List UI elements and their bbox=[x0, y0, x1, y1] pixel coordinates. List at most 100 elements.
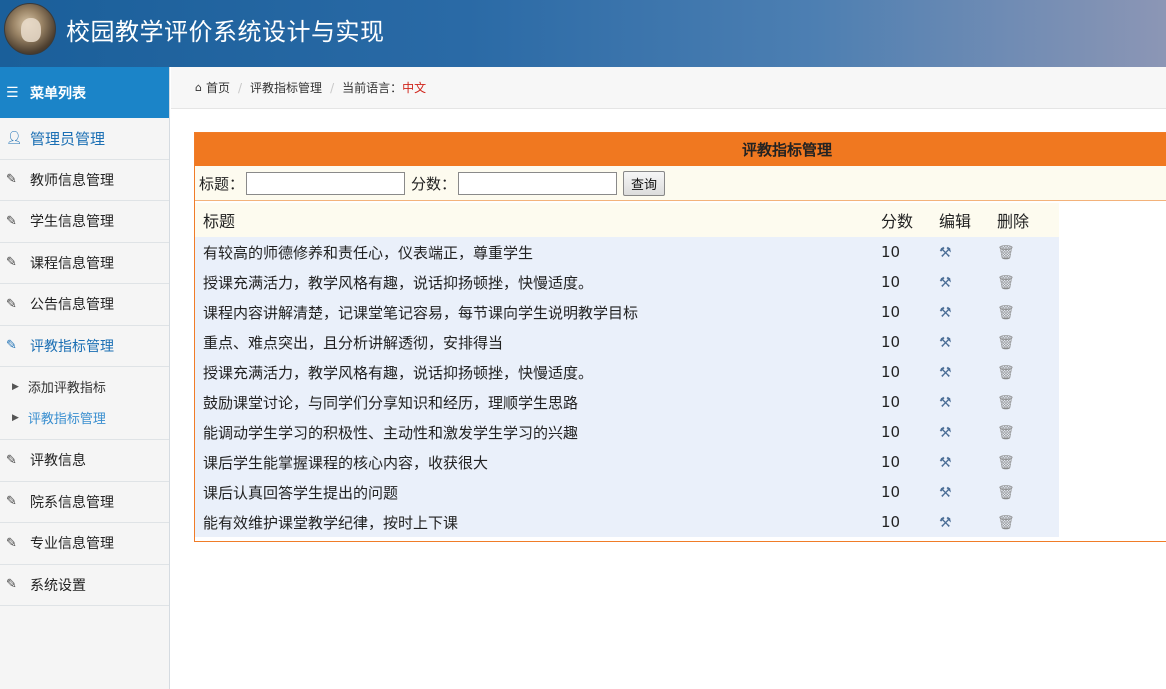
caret-right-icon: ▶ bbox=[12, 381, 19, 392]
breadcrumb-separator: / bbox=[330, 80, 335, 95]
row-title: 授课充满活力，教学风格有趣，说话抑扬顿挫，快慢适度。 bbox=[195, 267, 881, 297]
title-search-label: 标题： bbox=[199, 174, 245, 193]
indicator-panel: 评教指标管理 标题： 分数： 查询 标题 分数 编辑 删除 有较高的师德修养和责… bbox=[194, 132, 1166, 542]
edit-icon: ✎ bbox=[6, 213, 17, 229]
panel-title: 评教指标管理 bbox=[195, 133, 1166, 166]
table-row: 能有效维护课堂教学纪律，按时上下课 10 ⚒ 🗑︎ bbox=[195, 507, 1059, 537]
edit-icon[interactable]: ⚒ bbox=[939, 455, 952, 471]
sidebar-item-department[interactable]: ✎ 院系信息管理 bbox=[0, 482, 169, 523]
trash-icon[interactable]: 🗑︎ bbox=[997, 245, 1015, 261]
trash-icon[interactable]: 🗑︎ bbox=[997, 275, 1015, 291]
row-score: 10 bbox=[881, 417, 939, 447]
edit-icon[interactable]: ⚒ bbox=[939, 335, 952, 351]
trash-icon[interactable]: 🗑︎ bbox=[997, 455, 1015, 471]
row-score: 10 bbox=[881, 357, 939, 387]
edit-icon: ✎ bbox=[6, 255, 17, 271]
table-row: 课程内容讲解清楚，记课堂笔记容易，每节课向学生说明教学目标 10 ⚒ 🗑︎ bbox=[195, 297, 1059, 327]
sidebar-subitem-manage-indicator[interactable]: ▶ 评教指标管理 bbox=[0, 402, 169, 433]
row-score: 10 bbox=[881, 327, 939, 357]
row-title: 有较高的师德修养和责任心，仪表端正，尊重学生 bbox=[195, 237, 881, 267]
edit-icon[interactable]: ⚒ bbox=[939, 365, 952, 381]
row-title: 授课充满活力，教学风格有趣，说话抑扬顿挫，快慢适度。 bbox=[195, 357, 881, 387]
trash-icon[interactable]: 🗑︎ bbox=[997, 335, 1015, 351]
table-row: 能调动学生学习的积极性、主动性和激发学生学习的兴趣 10 ⚒ 🗑︎ bbox=[195, 417, 1059, 447]
edit-icon: ✎ bbox=[6, 338, 17, 354]
column-header-delete: 删除 bbox=[997, 203, 1059, 237]
sidebar-item-label: 专业信息管理 bbox=[30, 536, 114, 553]
column-header-title: 标题 bbox=[195, 203, 881, 237]
trash-icon[interactable]: 🗑︎ bbox=[997, 425, 1015, 441]
query-button[interactable]: 查询 bbox=[623, 170, 666, 196]
sidebar-item-student[interactable]: ✎ 学生信息管理 bbox=[0, 201, 169, 243]
sidebar-item-evaluation[interactable]: ✎ 评教信息 bbox=[0, 440, 169, 482]
edit-icon: ✎ bbox=[6, 296, 17, 312]
user-icon: 👤︎ bbox=[6, 130, 23, 146]
sidebar: ☰ 菜单列表 👤︎ 管理员管理 ✎ 教师信息管理 ✎ 学生信息管理 ✎ 课程信息… bbox=[0, 67, 170, 689]
row-score: 10 bbox=[881, 477, 939, 507]
edit-icon[interactable]: ⚒ bbox=[939, 305, 952, 321]
sidebar-item-settings[interactable]: ✎ 系统设置 bbox=[0, 565, 169, 606]
title-search-input[interactable] bbox=[246, 171, 406, 195]
edit-icon[interactable]: ⚒ bbox=[939, 515, 952, 531]
table-row: 鼓励课堂讨论，与同学们分享知识和经历，理顺学生思路 10 ⚒ 🗑︎ bbox=[195, 387, 1059, 417]
edit-icon: ✎ bbox=[6, 494, 17, 510]
trash-icon[interactable]: 🗑︎ bbox=[997, 305, 1015, 321]
indicator-table: 标题 分数 编辑 删除 有较高的师德修养和责任心，仪表端正，尊重学生 10 ⚒ 🗑︎ 授… bbox=[195, 203, 1059, 537]
table-row: 有较高的师德修养和责任心，仪表端正，尊重学生 10 ⚒ 🗑︎ bbox=[195, 237, 1059, 267]
trash-icon[interactable]: 🗑︎ bbox=[997, 515, 1015, 531]
sidebar-item-major[interactable]: ✎ 专业信息管理 bbox=[0, 523, 169, 565]
edit-icon: ✎ bbox=[6, 577, 17, 593]
list-icon: ☰ bbox=[6, 84, 19, 101]
language-value[interactable]: 中文 bbox=[402, 79, 426, 96]
search-bar: 标题： 分数： 查询 bbox=[195, 166, 1166, 201]
table-row: 课后学生能掌握课程的核心内容，收获很大 10 ⚒ 🗑︎ bbox=[195, 447, 1059, 477]
breadcrumb: ⌂ 首页 / 评教指标管理 / 当前语言： 中文 bbox=[171, 67, 1166, 109]
row-score: 10 bbox=[881, 507, 939, 537]
sidebar-submenu: ▶ 添加评教指标 ▶ 评教指标管理 bbox=[0, 367, 169, 440]
row-score: 10 bbox=[881, 297, 939, 327]
row-title: 课后学生能掌握课程的核心内容，收获很大 bbox=[195, 447, 881, 477]
row-title: 课后认真回答学生提出的问题 bbox=[195, 477, 881, 507]
language-label: 当前语言： bbox=[342, 81, 403, 95]
score-search-input[interactable] bbox=[458, 171, 618, 195]
edit-icon[interactable]: ⚒ bbox=[939, 485, 952, 501]
sidebar-item-indicator[interactable]: ✎ 评教指标管理 bbox=[0, 326, 169, 367]
row-title: 课程内容讲解清楚，记课堂笔记容易，每节课向学生说明教学目标 bbox=[195, 297, 881, 327]
edit-icon[interactable]: ⚒ bbox=[939, 425, 952, 441]
breadcrumb-home[interactable]: 首页 bbox=[206, 79, 230, 96]
edit-icon[interactable]: ⚒ bbox=[939, 275, 952, 291]
table-header-row: 标题 分数 编辑 删除 bbox=[195, 203, 1059, 237]
row-title: 重点、难点突出，且分析讲解透彻，安排得当 bbox=[195, 327, 881, 357]
edit-icon: ✎ bbox=[6, 535, 17, 551]
row-score: 10 bbox=[881, 237, 939, 267]
sidebar-item-label: 系统设置 bbox=[30, 577, 86, 594]
sidebar-header-label: 菜单列表 bbox=[30, 85, 86, 102]
score-search-label: 分数： bbox=[411, 174, 457, 193]
row-score: 10 bbox=[881, 387, 939, 417]
table-row: 授课充满活力，教学风格有趣，说话抑扬顿挫，快慢适度。 10 ⚒ 🗑︎ bbox=[195, 267, 1059, 297]
sidebar-item-label: 课程信息管理 bbox=[30, 255, 114, 272]
home-icon: ⌂ bbox=[195, 81, 202, 94]
table-row: 授课充满活力，教学风格有趣，说话抑扬顿挫，快慢适度。 10 ⚒ 🗑︎ bbox=[195, 357, 1059, 387]
logo-avatar bbox=[4, 3, 56, 55]
breadcrumb-current[interactable]: 评教指标管理 bbox=[250, 79, 322, 96]
sidebar-item-course[interactable]: ✎ 课程信息管理 bbox=[0, 243, 169, 284]
row-title: 能调动学生学习的积极性、主动性和激发学生学习的兴趣 bbox=[195, 417, 881, 447]
breadcrumb-separator: / bbox=[238, 80, 243, 95]
sidebar-item-label: 管理员管理 bbox=[30, 129, 106, 148]
row-title: 能有效维护课堂教学纪律，按时上下课 bbox=[195, 507, 881, 537]
edit-icon[interactable]: ⚒ bbox=[939, 245, 952, 261]
table-row: 课后认真回答学生提出的问题 10 ⚒ 🗑︎ bbox=[195, 477, 1059, 507]
sidebar-item-admin[interactable]: 👤︎ 管理员管理 bbox=[0, 118, 169, 160]
trash-icon[interactable]: 🗑︎ bbox=[997, 485, 1015, 501]
sidebar-item-label: 评教信息 bbox=[30, 453, 86, 470]
edit-icon[interactable]: ⚒ bbox=[939, 395, 952, 411]
sidebar-item-notice[interactable]: ✎ 公告信息管理 bbox=[0, 284, 169, 326]
sidebar-item-teacher[interactable]: ✎ 教师信息管理 bbox=[0, 160, 169, 201]
sidebar-subitem-label: 添加评教指标 bbox=[27, 381, 106, 396]
trash-icon[interactable]: 🗑︎ bbox=[997, 365, 1015, 381]
trash-icon[interactable]: 🗑︎ bbox=[997, 395, 1015, 411]
sidebar-subitem-add-indicator[interactable]: ▶ 添加评教指标 bbox=[0, 371, 169, 402]
row-title: 鼓励课堂讨论，与同学们分享知识和经历，理顺学生思路 bbox=[195, 387, 881, 417]
edit-icon: ✎ bbox=[6, 172, 17, 188]
